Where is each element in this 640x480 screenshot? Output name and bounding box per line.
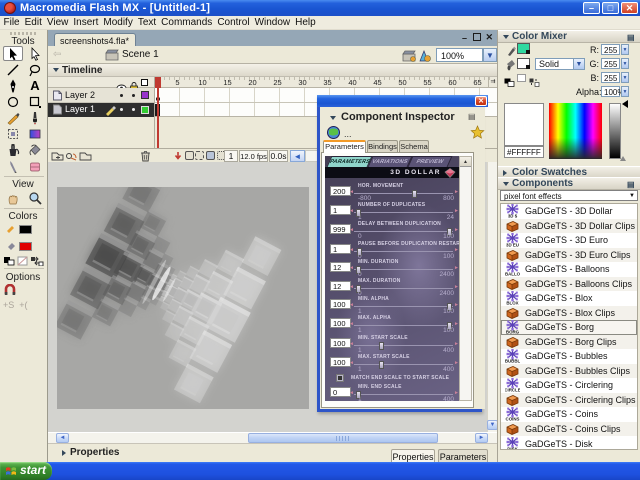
svg-text:BORG: BORG xyxy=(506,330,520,334)
svg-text:COINS: COINS xyxy=(506,417,520,421)
svg-text:DISK: DISK xyxy=(507,446,518,450)
svg-text:BALLO: BALLO xyxy=(505,272,520,276)
svg-text:BLOX: BLOX xyxy=(506,301,518,305)
svg-text:3D EU: 3D EU xyxy=(506,243,519,247)
svg-text:BUBBL: BUBBL xyxy=(505,359,520,363)
svg-text:CIRCLE: CIRCLE xyxy=(505,388,520,392)
svg-text:3D $: 3D $ xyxy=(508,214,518,218)
